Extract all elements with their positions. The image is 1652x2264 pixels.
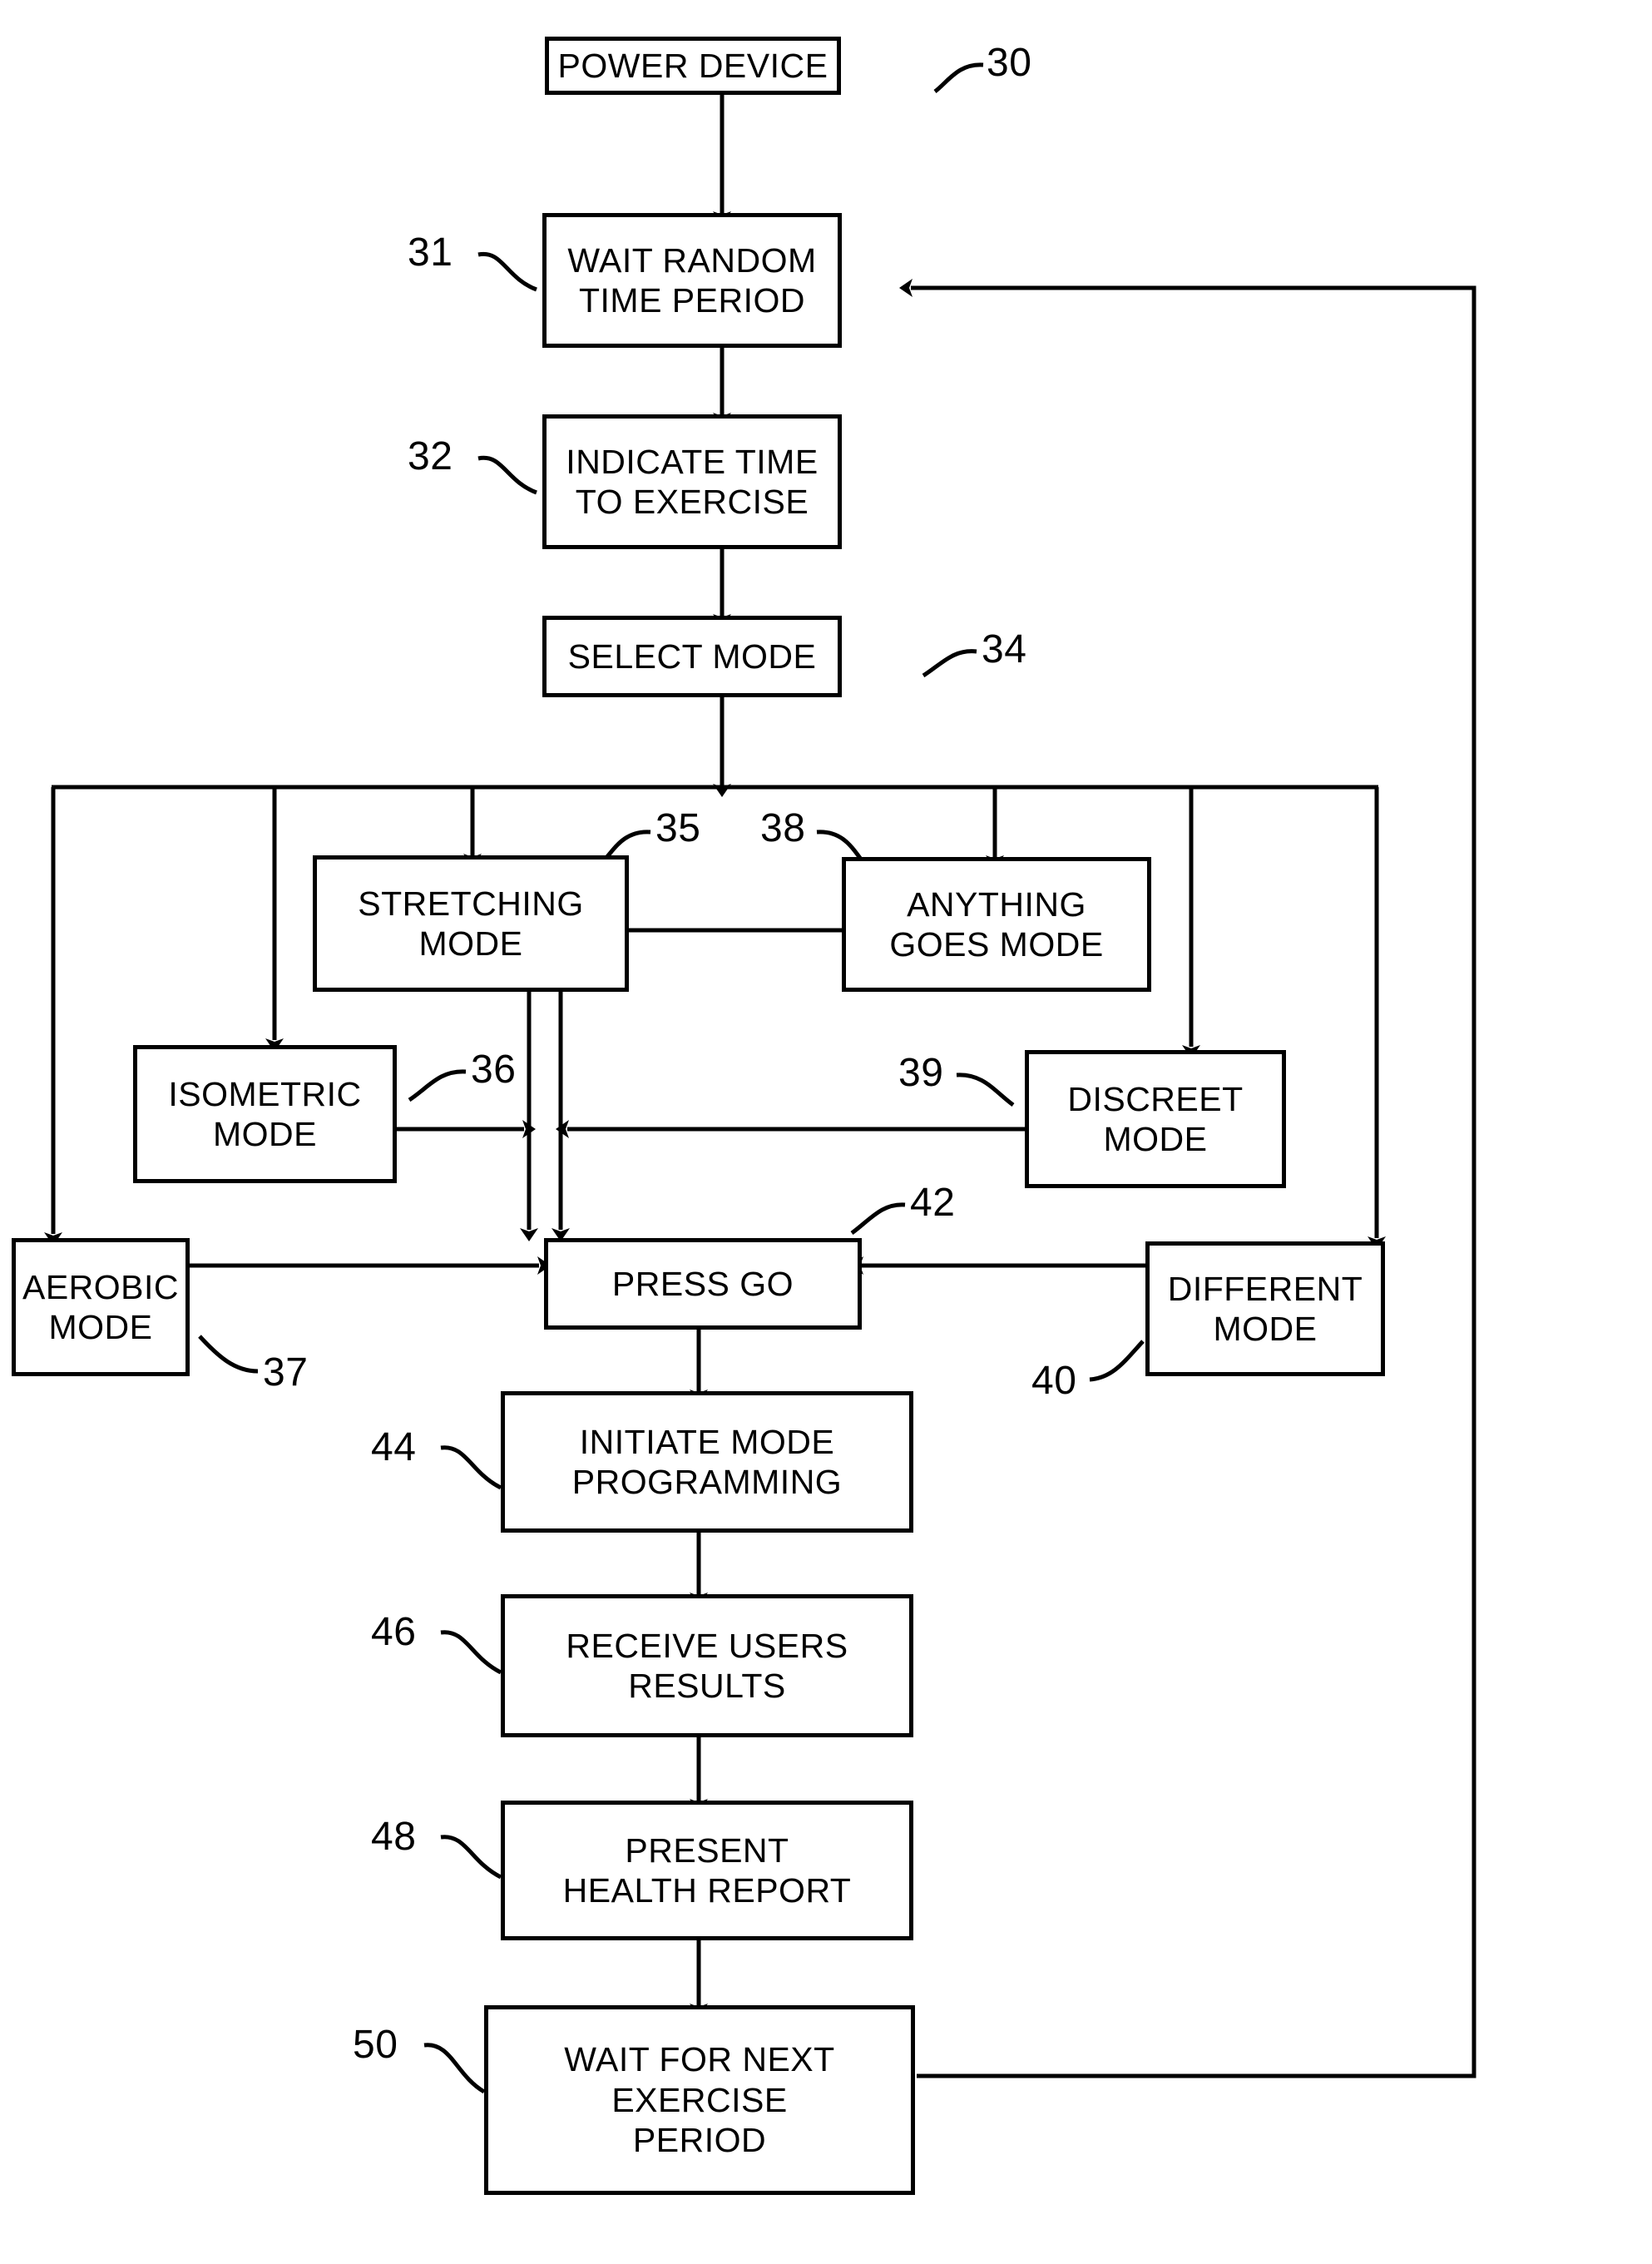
leader-50 xyxy=(423,2043,486,2094)
reference-numeral-40: 40 xyxy=(1031,1359,1077,1403)
reference-numeral-30: 30 xyxy=(987,41,1032,85)
leader-39 xyxy=(956,1073,1015,1107)
node-receive-users-results-label: RECEIVE USERS RESULTS xyxy=(566,1626,848,1705)
leader-42 xyxy=(850,1202,906,1236)
node-initiate-mode-programming[interactable]: INITIATE MODE PROGRAMMING xyxy=(501,1391,913,1533)
patent-flowchart-figure: POWER DEVICE WAIT RANDOM TIME PERIOD INDI… xyxy=(0,0,1652,2264)
reference-numeral-39: 39 xyxy=(898,1051,944,1095)
node-wait-for-next-exercise-period[interactable]: WAIT FOR NEXT EXERCISE PERIOD xyxy=(484,2005,915,2195)
node-initiate-mode-programming-label: INITIATE MODE PROGRAMMING xyxy=(571,1422,843,1501)
leader-34 xyxy=(922,649,977,678)
node-wait-random-time-period-label: WAIT RANDOM TIME PERIOD xyxy=(567,240,817,320)
node-aerobic-mode[interactable]: AEROBIC MODE xyxy=(12,1238,190,1376)
node-aerobic-mode-label: AEROBIC MODE xyxy=(22,1267,180,1346)
node-press-go-label: PRESS GO xyxy=(611,1264,794,1303)
node-present-health-report[interactable]: PRESENT HEALTH REPORT xyxy=(501,1801,913,1940)
node-indicate-time-to-exercise-label: INDICATE TIME TO EXERCISE xyxy=(566,442,819,521)
node-anything-goes-mode[interactable]: ANYTHING GOES MODE xyxy=(842,857,1151,992)
node-power-device[interactable]: POWER DEVICE xyxy=(545,37,841,95)
node-different-mode[interactable]: DIFFERENT MODE xyxy=(1145,1241,1385,1376)
node-power-device-label: POWER DEVICE xyxy=(557,46,828,85)
reference-numeral-50: 50 xyxy=(353,2023,398,2067)
node-discreet-mode[interactable]: DISCREET MODE xyxy=(1025,1050,1286,1188)
reference-numeral-37: 37 xyxy=(263,1350,309,1395)
node-stretching-mode[interactable]: STRETCHING MODE xyxy=(313,855,629,992)
node-different-mode-label: DIFFERENT MODE xyxy=(1167,1269,1363,1348)
node-select-mode-label: SELECT MODE xyxy=(567,637,817,676)
leader-31 xyxy=(477,251,537,292)
reference-numeral-42: 42 xyxy=(910,1181,956,1225)
leader-44 xyxy=(440,1445,502,1490)
leader-48 xyxy=(440,1835,502,1880)
node-stretching-mode-label: STRETCHING MODE xyxy=(358,884,584,963)
reference-numeral-36: 36 xyxy=(471,1048,517,1092)
node-receive-users-results[interactable]: RECEIVE USERS RESULTS xyxy=(501,1594,913,1737)
node-present-health-report-label: PRESENT HEALTH REPORT xyxy=(562,1831,852,1910)
node-wait-random-time-period[interactable]: WAIT RANDOM TIME PERIOD xyxy=(542,213,842,348)
node-discreet-mode-label: DISCREET MODE xyxy=(1067,1079,1244,1158)
leader-30 xyxy=(933,62,984,93)
node-isometric-mode-label: ISOMETRIC MODE xyxy=(168,1074,362,1153)
leader-37 xyxy=(198,1335,259,1374)
leader-32 xyxy=(477,455,537,495)
leader-46 xyxy=(440,1630,502,1675)
node-select-mode[interactable]: SELECT MODE xyxy=(542,616,842,697)
reference-numeral-31: 31 xyxy=(408,230,453,275)
node-isometric-mode[interactable]: ISOMETRIC MODE xyxy=(133,1045,397,1183)
node-wait-for-next-exercise-period-label: WAIT FOR NEXT EXERCISE PERIOD xyxy=(564,2040,835,2160)
reference-numeral-46: 46 xyxy=(371,1610,417,1654)
leader-38 xyxy=(816,830,864,862)
leader-40 xyxy=(1089,1340,1145,1382)
reference-numeral-32: 32 xyxy=(408,434,453,478)
reference-numeral-34: 34 xyxy=(982,627,1027,671)
leader-36 xyxy=(408,1069,467,1102)
reference-numeral-35: 35 xyxy=(655,806,701,850)
reference-numeral-44: 44 xyxy=(371,1425,417,1469)
node-press-go[interactable]: PRESS GO xyxy=(544,1238,862,1330)
node-indicate-time-to-exercise[interactable]: INDICATE TIME TO EXERCISE xyxy=(542,414,842,549)
node-anything-goes-mode-label: ANYTHING GOES MODE xyxy=(889,884,1104,964)
reference-numeral-48: 48 xyxy=(371,1815,417,1859)
reference-numeral-38: 38 xyxy=(760,806,806,850)
